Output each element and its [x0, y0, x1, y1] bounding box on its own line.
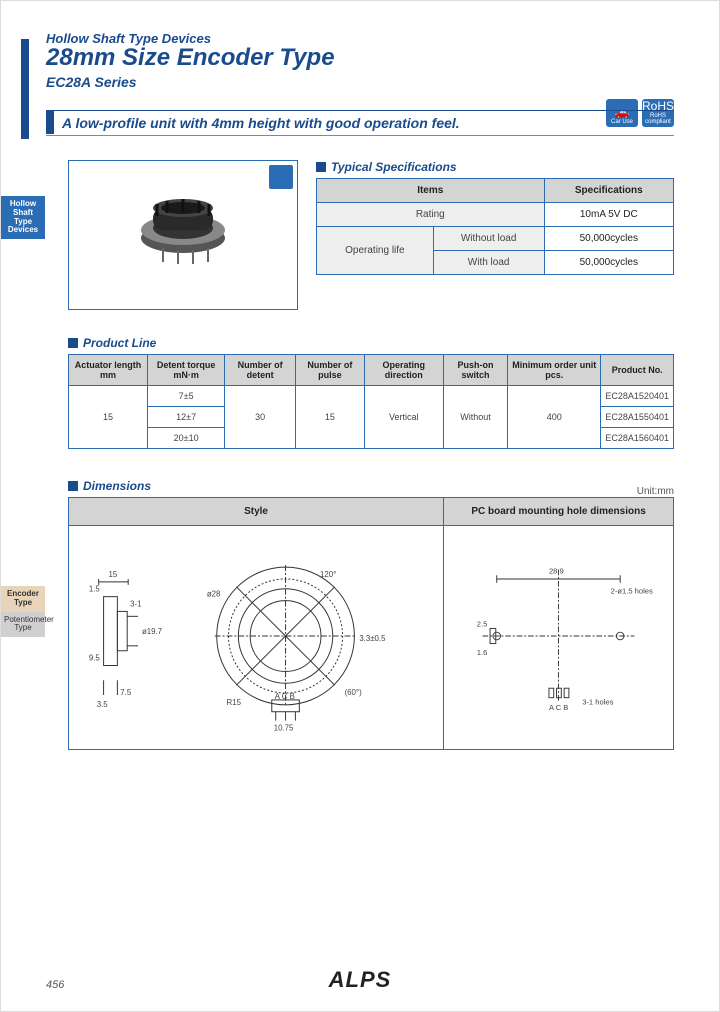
- col-minorder: Minimum order unit pcs.: [508, 355, 601, 386]
- cell-actuator: 15: [69, 386, 148, 449]
- dim-header-pcb: PC board mounting hole dimensions: [444, 498, 674, 526]
- dim-header-style: Style: [69, 498, 444, 526]
- section-title-dimensions: Dimensions: [68, 479, 151, 493]
- spec-header-items: Items: [317, 179, 545, 203]
- cell-ndetent: 30: [225, 386, 296, 449]
- dimension-drawing-pcb: 28.9 2-ø1.5 holes 2.5 1.6 A C B 3-1 hole…: [454, 536, 663, 736]
- svg-text:2-ø1.5 holes: 2-ø1.5 holes: [611, 586, 653, 595]
- col-pushon: Push-on switch: [443, 355, 507, 386]
- product-line-table: Actuator length mm Detent torque mN·m Nu…: [68, 354, 674, 449]
- cell-prodno: EC28A1550401: [601, 407, 674, 428]
- spec-header-spec: Specifications: [544, 179, 673, 203]
- header-title: 28mm Size Encoder Type: [46, 44, 674, 72]
- spec-row-value: 50,000cycles: [544, 251, 673, 275]
- cell-torque: 7±5: [148, 386, 225, 407]
- cert-badge-icon: [269, 165, 293, 189]
- spec-table: Items Specifications Rating 10mA 5V DC O…: [316, 178, 674, 275]
- header-series: EC28A Series: [46, 74, 674, 90]
- section-title-spec: Typical Specifications: [316, 160, 674, 174]
- svg-text:3.3±0.5: 3.3±0.5: [359, 634, 386, 643]
- cell-opdir: Vertical: [364, 386, 443, 449]
- svg-text:1.5: 1.5: [89, 585, 101, 594]
- footer: ALPS: [1, 967, 719, 993]
- spec-row-value: 50,000cycles: [544, 227, 673, 251]
- side-tab-group: Encoder Type Potentiometer Type: [1, 586, 45, 637]
- svg-text:3.5: 3.5: [97, 700, 109, 709]
- svg-text:120°: 120°: [320, 570, 336, 579]
- product-image: [123, 190, 243, 280]
- cell-torque: 12±7: [148, 407, 225, 428]
- typical-spec-block: Typical Specifications Items Specificati…: [316, 160, 674, 310]
- svg-text:9.5: 9.5: [89, 654, 101, 663]
- svg-text:ø19.7: ø19.7: [142, 627, 162, 636]
- spec-row-sublabel: With load: [433, 251, 544, 275]
- svg-text:7.5: 7.5: [120, 688, 132, 697]
- tagline-bar: A low-profile unit with 4mm height with …: [46, 110, 674, 136]
- svg-text:1.6: 1.6: [477, 648, 488, 657]
- spec-row-label: Operating life: [317, 227, 434, 275]
- cell-prodno: EC28A1560401: [601, 428, 674, 449]
- side-tab-encoder: Encoder Type: [1, 586, 45, 612]
- tagline-text: A low-profile unit with 4mm height with …: [46, 111, 674, 135]
- svg-text:10.75: 10.75: [274, 723, 294, 732]
- cell-pushon: Without: [443, 386, 507, 449]
- dimensions-table: Style PC board mounting hole dimensions: [68, 497, 674, 750]
- svg-text:3-1: 3-1: [130, 599, 141, 608]
- svg-text:3-1 holes: 3-1 holes: [582, 697, 613, 706]
- side-tab-hollow-shaft: Hollow Shaft Type Devices: [1, 196, 45, 239]
- header-accent-bar: [21, 39, 29, 139]
- cell-torque: 20±10: [148, 428, 225, 449]
- svg-text:28.9: 28.9: [549, 566, 564, 575]
- svg-text:15: 15: [109, 570, 118, 579]
- spec-row-value: 10mA 5V DC: [544, 203, 673, 227]
- col-prodno: Product No.: [601, 355, 674, 386]
- dimensions-unit: Unit:mm: [637, 486, 674, 497]
- cell-minorder: 400: [508, 386, 601, 449]
- col-torque: Detent torque mN·m: [148, 355, 225, 386]
- spec-row-sublabel: Without load: [433, 227, 544, 251]
- col-actuator: Actuator length mm: [69, 355, 148, 386]
- side-tab-potentiometer: Potentiometer Type: [1, 612, 45, 638]
- dim-style-cell: 15 1.5 3-1 9.5 7.5 3.5 ø19.7 ø28 R15 120…: [69, 526, 444, 750]
- svg-text:(60°): (60°): [345, 688, 363, 697]
- svg-text:R15: R15: [227, 698, 242, 707]
- cell-prodno: EC28A1520401: [601, 386, 674, 407]
- dimensions-block: Dimensions Unit:mm Style PC board mounti…: [68, 479, 674, 750]
- dim-pcb-cell: 28.9 2-ø1.5 holes 2.5 1.6 A C B 3-1 hole…: [444, 526, 674, 750]
- brand-logo: ALPS: [329, 967, 392, 992]
- svg-text:A C B: A C B: [549, 703, 568, 712]
- col-opdir: Operating direction: [364, 355, 443, 386]
- section-title-prodline: Product Line: [68, 336, 674, 350]
- cell-npulse: 15: [296, 386, 364, 449]
- dimension-drawing-style: 15 1.5 3-1 9.5 7.5 3.5 ø19.7 ø28 R15 120…: [79, 536, 433, 736]
- product-line-block: Product Line Actuator length mm Detent t…: [68, 336, 674, 449]
- col-ndetent: Number of detent: [225, 355, 296, 386]
- svg-text:2.5: 2.5: [477, 620, 488, 629]
- svg-text:A C B: A C B: [275, 692, 295, 701]
- col-npulse: Number of pulse: [296, 355, 364, 386]
- svg-text:ø28: ø28: [207, 590, 221, 599]
- tagline-accent: [46, 110, 54, 134]
- spec-row-label: Rating: [317, 203, 545, 227]
- product-image-box: [68, 160, 298, 310]
